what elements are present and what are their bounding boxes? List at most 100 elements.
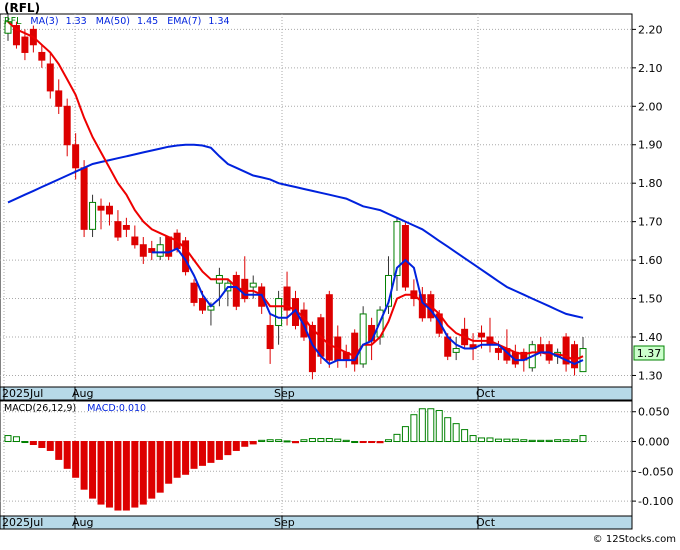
- macd-bar-positive: [444, 417, 452, 443]
- macd-bar-negative: [139, 441, 147, 505]
- price-tick-label: 1.80: [638, 177, 663, 190]
- macd-bar-negative: [38, 441, 46, 448]
- macd-bar-negative: [368, 441, 376, 444]
- macd-bar-positive: [300, 439, 308, 443]
- macd-bar-negative: [224, 441, 232, 456]
- candle-body-down: [122, 224, 130, 230]
- legend-ema7-label: EMA(7): [167, 16, 201, 27]
- macd-bar-negative: [105, 441, 113, 508]
- candle-body-down: [38, 51, 46, 61]
- candle-body-down: [401, 224, 409, 288]
- macd-bar-positive: [317, 438, 325, 443]
- time-axis-label: 2025Jul: [2, 387, 43, 400]
- last-price-value: 1.37: [637, 347, 662, 360]
- candle-body-down: [46, 63, 54, 92]
- macd-bar-negative: [359, 441, 367, 444]
- time-axis-label: Sep: [274, 516, 295, 529]
- macd-tick-label: -0.050: [638, 465, 673, 478]
- macd-bar-positive: [478, 437, 486, 443]
- macd-bar-negative: [198, 441, 206, 466]
- macd-bar-positive: [562, 439, 570, 443]
- legend-ma3-label: MA(3): [30, 16, 58, 27]
- macd-axis: 0.050 0.000 -0.050 -0.100: [632, 406, 673, 508]
- time-axis-band: [0, 386, 633, 401]
- candle-body-down: [63, 105, 71, 146]
- time-axis-label: Aug: [72, 516, 93, 529]
- candle-body-up: [249, 282, 257, 288]
- candle-body-down: [537, 344, 545, 353]
- macd-bar-positive: [520, 439, 528, 443]
- time-axis-label: 2025Jul: [2, 516, 43, 529]
- macd-legend-label: MACD(26,12,9): [4, 403, 76, 414]
- macd-bar-positive: [503, 438, 511, 443]
- macd-bar-positive: [401, 426, 409, 443]
- macd-bar-positive: [342, 439, 350, 443]
- macd-bar-negative: [232, 441, 240, 451]
- price-tick-label: 2.00: [638, 100, 663, 113]
- macd-bar-negative: [72, 441, 80, 478]
- macd-bar-positive: [258, 439, 266, 443]
- macd-bar-positive: [537, 439, 545, 443]
- macd-bar-positive: [12, 436, 20, 443]
- macd-bar-negative: [165, 441, 173, 484]
- macd-bar-negative: [376, 441, 384, 444]
- macd-bar-positive: [427, 408, 435, 443]
- candle-body-up: [89, 201, 97, 230]
- macd-bar-positive: [4, 435, 12, 443]
- candle-body-down: [478, 332, 486, 338]
- macd-legend-macd-label: MACD:: [87, 403, 119, 414]
- macd-bar-negative: [55, 441, 63, 460]
- macd-bar-positive: [325, 438, 333, 443]
- macd-bar-positive: [418, 408, 426, 443]
- macd-tick-label: -0.100: [638, 495, 673, 508]
- macd-bar-positive: [351, 441, 359, 444]
- legend-ema7-value: 1.34: [208, 16, 229, 27]
- legend-ma50-label: MA(50): [96, 16, 130, 27]
- legend-line: RFL MA(3) 1.33 MA(50) 1.45 EMA(7) 1.34: [4, 16, 230, 27]
- macd-bar-positive: [494, 438, 502, 443]
- candle-body-down: [198, 298, 206, 311]
- macd-bar-negative: [80, 441, 88, 490]
- macd-legend-macd-value: 0.010: [119, 403, 146, 414]
- macd-bar-positive: [21, 441, 29, 444]
- candle-body-down: [105, 205, 113, 215]
- time-axis-label: Oct: [476, 516, 496, 529]
- price-panel: [0, 13, 633, 388]
- candle-body-down: [232, 274, 240, 307]
- macd-bar-negative: [63, 441, 71, 469]
- candle-body-down: [114, 221, 122, 238]
- macd-bar-negative: [156, 441, 164, 493]
- macd-bar-negative: [122, 441, 130, 511]
- candle-body-up: [156, 244, 164, 257]
- macd-bar-negative: [241, 441, 249, 447]
- price-tick-label: 1.70: [638, 216, 663, 229]
- macd-bar-positive: [275, 439, 283, 443]
- candle-body-down: [190, 282, 198, 303]
- price-tick-label: 1.60: [638, 254, 663, 267]
- macd-bar-negative: [207, 441, 215, 463]
- footer-credit: © 12Stocks.com: [593, 534, 676, 545]
- macd-bar-positive: [334, 438, 342, 443]
- macd-bar-positive: [545, 439, 553, 443]
- candle-body-down: [266, 324, 274, 350]
- chart-canvas: 2.20 2.10 2.00 1.90 1.80 1.70 1.60 1.50 1.40 1.30…: [0, 13, 676, 545]
- legend-ma50-value: 1.45: [137, 16, 158, 27]
- macd-bar-positive: [385, 439, 393, 443]
- candle-body-up: [359, 313, 367, 365]
- candle-body-down: [494, 348, 502, 353]
- macd-bar-positive: [410, 414, 418, 443]
- price-tick-label: 2.10: [638, 62, 663, 75]
- macd-bar-positive: [469, 435, 477, 443]
- candle-body-down: [139, 244, 147, 257]
- macd-bar-positive: [393, 433, 401, 443]
- candle-body-down: [80, 167, 88, 230]
- macd-tick-label: 0.050: [638, 406, 670, 419]
- macd-bar-positive: [554, 439, 562, 443]
- candle-body-down: [131, 236, 139, 246]
- macd-bar-negative: [131, 441, 139, 508]
- stock-chart: 2.20 2.10 2.00 1.90 1.80 1.70 1.60 1.50 1.40 1.30…: [0, 0, 680, 546]
- macd-bar-negative: [148, 441, 156, 499]
- time-axis-label: Sep: [274, 387, 295, 400]
- macd-bar-negative: [249, 441, 257, 445]
- macd-bar-positive: [283, 440, 291, 443]
